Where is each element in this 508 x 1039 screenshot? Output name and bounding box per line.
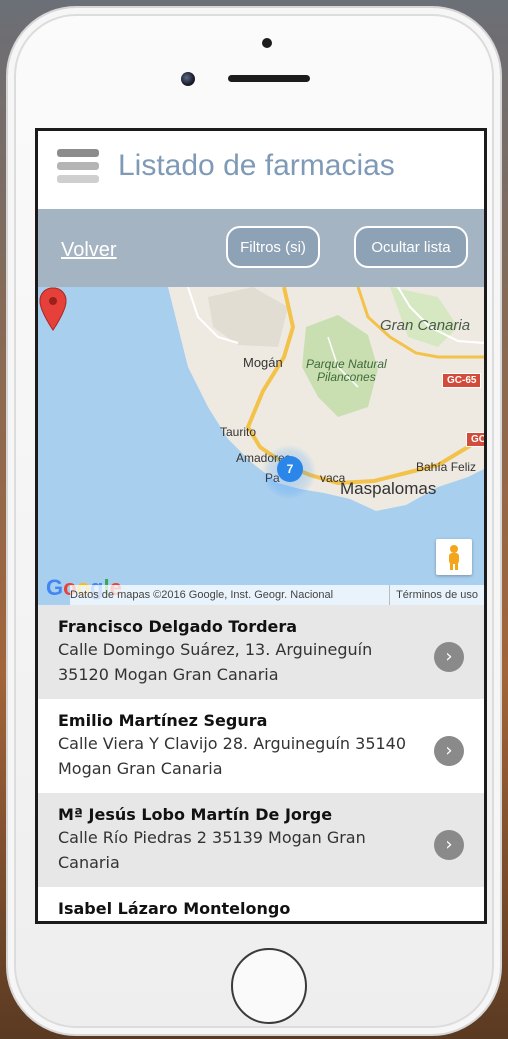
pharmacy-address: Calle Domingo Suárez, 13. Arguineguín 35…: [58, 640, 373, 684]
attribution-text: Datos de mapas ©2016 Google, Inst. Geogr…: [70, 589, 334, 601]
road-shield-gc: GC: [466, 432, 484, 447]
map-label-maspalomas: Maspalomas: [340, 479, 437, 498]
map-label-pilancones: Pilancones: [317, 370, 376, 384]
app-screen: Listado de farmacias Volver Filtros (si)…: [35, 128, 487, 924]
cluster-count: 7: [277, 456, 303, 482]
map-label-taurito: Taurito: [220, 425, 257, 439]
pharmacy-address: Calle Río Piedras 2 35139 Mogan Gran Can…: [58, 828, 366, 872]
filters-button[interactable]: Filtros (si): [226, 226, 320, 268]
map-terrain: [168, 287, 484, 511]
chevron-right-icon[interactable]: ›: [434, 736, 464, 766]
pharmacy-name: Isabel Lázaro Montelongo: [58, 899, 291, 918]
terms-link[interactable]: Términos de uso: [389, 585, 478, 605]
map-cluster-marker[interactable]: 7: [262, 445, 316, 499]
road-shield-gc65: GC-65: [442, 373, 482, 388]
pharmacy-name: Francisco Delgado Tordera: [58, 617, 298, 636]
list-item[interactable]: Emilio Martínez Segura Calle Viera Y Cla…: [38, 699, 484, 793]
map-label-gran-canaria: Gran Canaria: [380, 317, 471, 334]
home-button[interactable]: [231, 948, 307, 1024]
map-label-parque: Parque Natural: [306, 357, 387, 371]
map-view[interactable]: Gran Canaria Mogán Parque Natural Pilanc…: [38, 287, 484, 605]
chevron-right-icon[interactable]: ›: [434, 830, 464, 860]
list-item[interactable]: Francisco Delgado Tordera Calle Domingo …: [38, 605, 484, 699]
front-camera: [181, 72, 195, 86]
toolbar: Volver Filtros (si) Ocultar lista: [38, 209, 484, 287]
list-item[interactable]: Mª Jesús Lobo Martín De Jorge Calle Río …: [38, 793, 484, 887]
earpiece-speaker: [228, 75, 310, 82]
chevron-right-icon[interactable]: ›: [434, 642, 464, 672]
pharmacy-address: Calle Viera Y Clavijo 28. Arguineguín 35…: [58, 734, 407, 778]
map-pin-icon[interactable]: [38, 287, 68, 331]
pharmacy-name: Emilio Martínez Segura: [58, 711, 268, 730]
app-header: Listado de farmacias: [38, 131, 484, 209]
map-label-mogan: Mogán: [243, 355, 283, 370]
sensor-dot: [262, 38, 272, 48]
hide-list-button[interactable]: Ocultar lista: [354, 226, 468, 268]
list-item[interactable]: Isabel Lázaro Montelongo ›: [38, 887, 484, 921]
pharmacy-list: Francisco Delgado Tordera Calle Domingo …: [38, 605, 484, 921]
back-link[interactable]: Volver: [61, 239, 117, 262]
map-label-bahia-feliz: Bahía Feliz: [416, 460, 477, 474]
hamburger-menu-icon[interactable]: [57, 149, 99, 189]
page-title: Listado de farmacias: [118, 149, 395, 182]
pharmacy-name: Mª Jesús Lobo Martín De Jorge: [58, 805, 333, 824]
street-view-pegman-icon[interactable]: [436, 539, 472, 575]
map-attribution: Datos de mapas ©2016 Google, Inst. Geogr…: [70, 585, 484, 605]
